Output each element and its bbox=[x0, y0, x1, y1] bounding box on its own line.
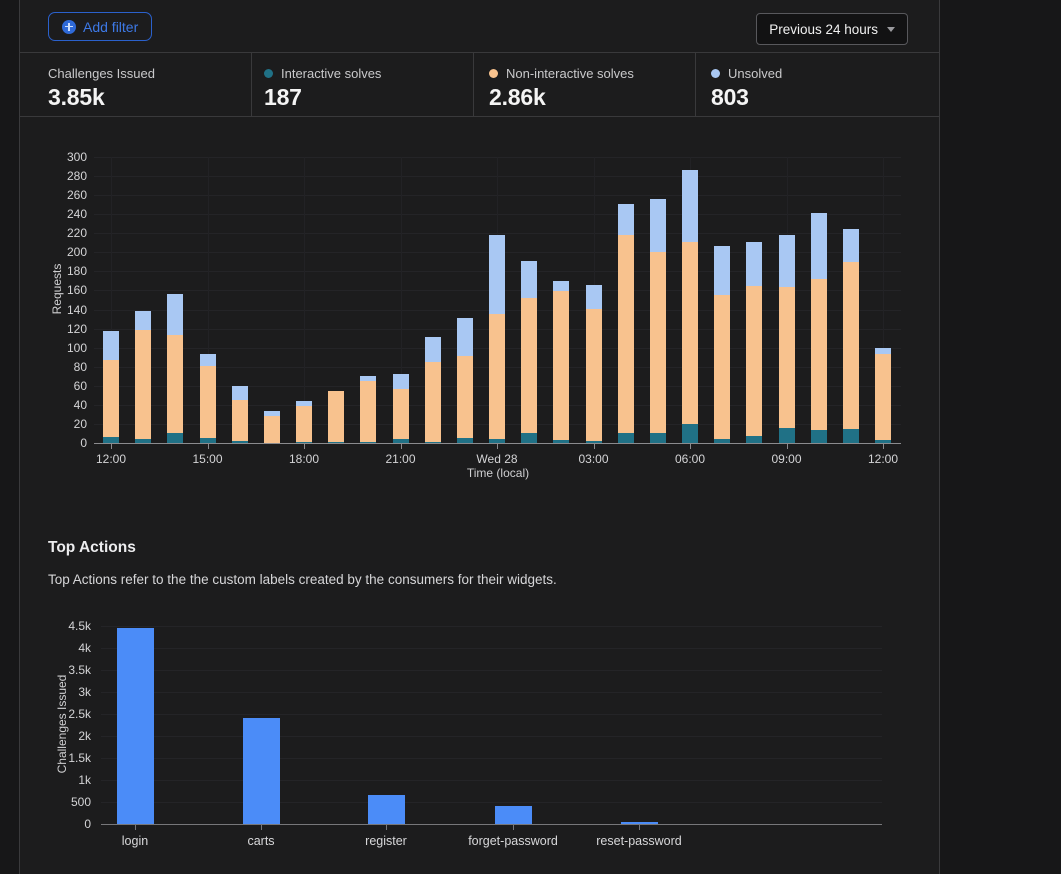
category-label: carts bbox=[201, 834, 321, 848]
tick-mark bbox=[135, 825, 136, 830]
tick-mark bbox=[261, 825, 262, 830]
category-label: register bbox=[326, 834, 446, 848]
category-label: forget-password bbox=[453, 834, 573, 848]
analytics-panel: Add filter Previous 24 hours Challenges … bbox=[19, 0, 940, 874]
bar[interactable] bbox=[368, 795, 405, 824]
gridline bbox=[101, 692, 882, 693]
category-label: login bbox=[75, 834, 195, 848]
tick-mark bbox=[386, 825, 387, 830]
x-axis-line bbox=[101, 824, 882, 825]
y-tick-label: 4k bbox=[51, 641, 91, 655]
gridline bbox=[101, 670, 882, 671]
bar[interactable] bbox=[243, 718, 280, 824]
gridline bbox=[101, 802, 882, 803]
bar[interactable] bbox=[117, 628, 154, 824]
y-tick-label: 1k bbox=[51, 773, 91, 787]
gridline bbox=[101, 626, 882, 627]
gridline bbox=[101, 758, 882, 759]
y-tick-label: 3.5k bbox=[51, 663, 91, 677]
y-tick-label: 2.5k bbox=[51, 707, 91, 721]
y-tick-label: 3k bbox=[51, 685, 91, 699]
y-tick-label: 500 bbox=[51, 795, 91, 809]
y-tick-label: 2k bbox=[51, 729, 91, 743]
top-actions-chart: 05001k1.5k2k2.5k3k3.5k4k4.5klogincartsre… bbox=[20, 0, 939, 874]
gridline bbox=[101, 648, 882, 649]
y-tick-label: 0 bbox=[51, 817, 91, 831]
gridline bbox=[101, 736, 882, 737]
tick-mark bbox=[639, 825, 640, 830]
y-tick-label: 4.5k bbox=[51, 619, 91, 633]
y-tick-label: 1.5k bbox=[51, 751, 91, 765]
gridline bbox=[101, 780, 882, 781]
category-label: reset-password bbox=[579, 834, 699, 848]
gridline bbox=[101, 714, 882, 715]
bar[interactable] bbox=[495, 806, 532, 824]
tick-mark bbox=[513, 825, 514, 830]
